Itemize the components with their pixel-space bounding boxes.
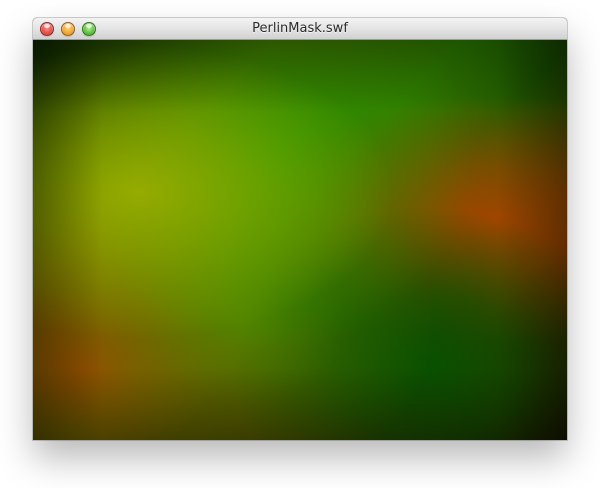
app-window: PerlinMask.swf	[33, 18, 567, 440]
close-button[interactable]	[40, 22, 54, 36]
window-title: PerlinMask.swf	[252, 21, 348, 36]
zoom-button[interactable]	[82, 22, 96, 36]
minimize-button[interactable]	[61, 22, 75, 36]
canvas-vignette	[33, 40, 567, 440]
perlin-noise-canvas[interactable]	[33, 40, 567, 440]
window-titlebar[interactable]: PerlinMask.swf	[33, 18, 567, 40]
